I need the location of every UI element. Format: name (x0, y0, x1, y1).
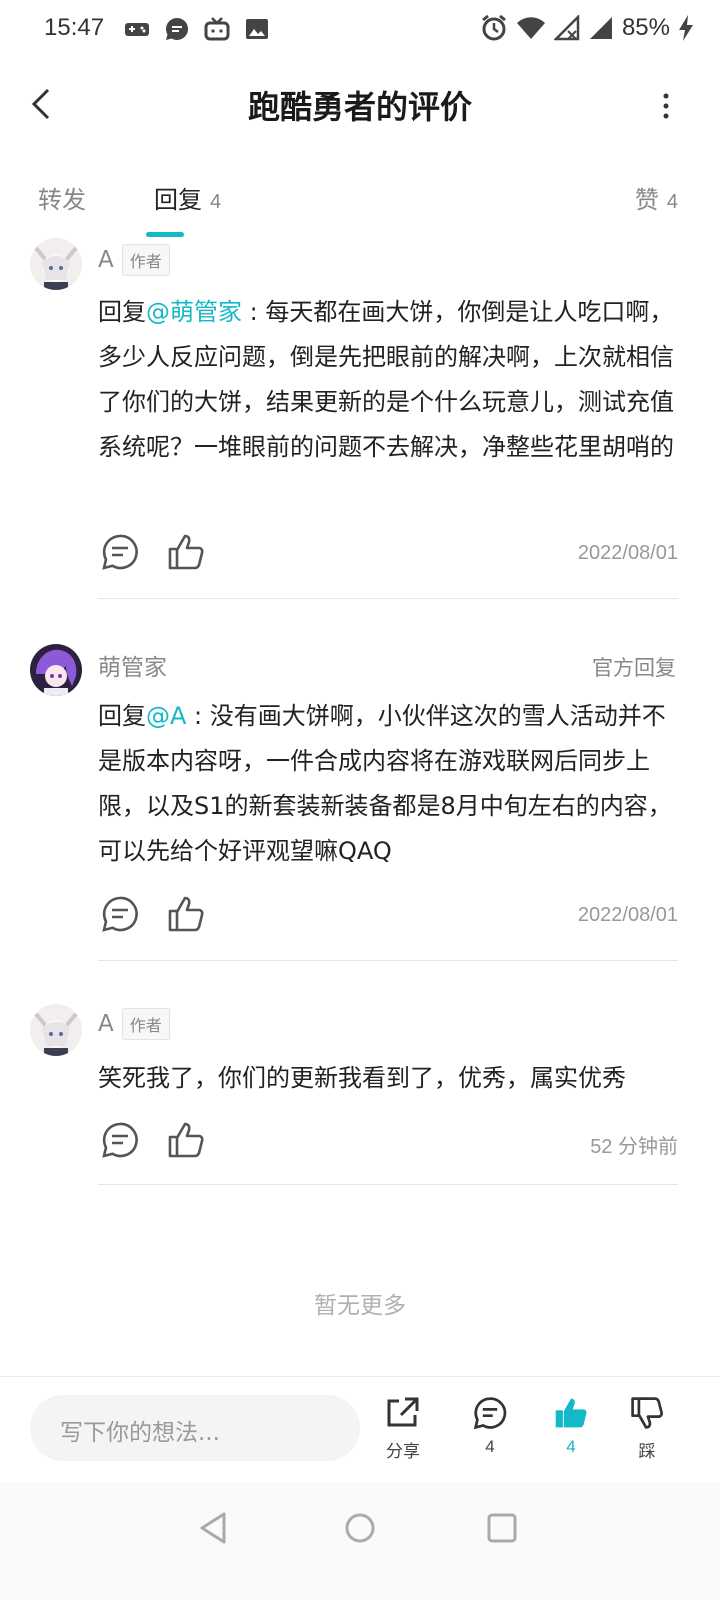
charging-icon (679, 15, 693, 41)
comment-actions: 52 分钟前 (98, 1120, 678, 1164)
like-button[interactable] (166, 1120, 206, 1160)
comment-content: 笑死我了，你们的更新我看到了，优秀，属实优秀 (98, 1064, 626, 1092)
triangle-back-icon (200, 1512, 226, 1544)
avatar-fox-girl-image (30, 238, 82, 290)
tab-like-label: 赞 (634, 186, 659, 214)
comment-icon (473, 1397, 507, 1430)
like-button[interactable] (166, 894, 206, 934)
reply-button[interactable] (100, 532, 140, 572)
bottom-reply-button[interactable]: 4 (460, 1395, 520, 1457)
tab-bar: 转发 回复 4 赞4 (0, 170, 720, 240)
divider (98, 960, 678, 961)
author-name[interactable]: 萌管家 (98, 648, 167, 682)
author-name[interactable]: A (98, 247, 114, 273)
nav-recents-button[interactable] (482, 1508, 522, 1548)
tab-like-count: 4 (666, 191, 678, 213)
dislike-label: 踩 (638, 1442, 656, 1461)
header: 跑酷勇者的评价 (0, 62, 720, 146)
comment-actions: 2022/08/01 (98, 894, 678, 938)
comment-time: 2022/08/01 (577, 904, 678, 926)
bottom-action-bar: 写下你的想法... 分享 4 4 踩 (0, 1376, 720, 1482)
status-bar: 15:47 85% (0, 0, 720, 62)
author-row: A 作者 (98, 1008, 170, 1040)
system-nav-bar (0, 1482, 720, 1600)
image-icon (246, 19, 268, 39)
no-more-text: 暂无更多 (314, 1293, 406, 1319)
page-title: 跑酷勇者的评价 (247, 88, 472, 126)
author-name[interactable]: A (98, 1011, 114, 1037)
alarm-icon (482, 14, 506, 41)
circle-home-icon (345, 1513, 375, 1543)
official-reply-tag: 官方回复 (592, 656, 676, 680)
comment-time: 52 分钟前 (590, 1136, 678, 1158)
reply-prefix: 回复 (98, 702, 146, 730)
tab-active-indicator (146, 232, 184, 237)
more-options-button[interactable] (660, 86, 672, 126)
comment-text: 回复@萌管家 : 每天都在画大饼，你倒是让人吃口啊，多少人反应问题，倒是先把眼前… (98, 290, 678, 470)
avatar[interactable] (30, 1004, 82, 1056)
comment-text: 笑死我了，你们的更新我看到了，优秀，属实优秀 (98, 1056, 678, 1101)
author-badge: 作者 (121, 1008, 170, 1040)
share-icon (387, 1397, 419, 1427)
mention-link[interactable]: @A (146, 702, 186, 730)
nav-home-button[interactable] (340, 1508, 380, 1548)
like-button[interactable] (166, 532, 206, 572)
thumbs-up-icon (168, 1122, 204, 1158)
comment-input[interactable]: 写下你的想法... (30, 1395, 360, 1461)
bottom-like-button[interactable]: 4 (541, 1395, 601, 1457)
thumbs-up-icon (168, 896, 204, 932)
battery-level: 85% (621, 14, 670, 41)
status-time: 15:47 (44, 14, 105, 41)
wifi-icon (516, 17, 545, 39)
thumbs-up-filled-icon (555, 1398, 587, 1428)
tv-icon (204, 17, 230, 41)
thumbs-down-icon (631, 1397, 663, 1429)
tab-reply[interactable]: 回复 4 (154, 180, 221, 215)
tab-repost[interactable]: 转发 (38, 180, 86, 215)
avatar-fox-girl-image (30, 1004, 82, 1056)
comment-icon (102, 1122, 138, 1158)
game-controller-icon (125, 23, 149, 36)
reply-button[interactable] (100, 894, 140, 934)
signal-icon (589, 17, 612, 39)
more-vertical-icon (663, 93, 669, 119)
like-count: 4 (566, 1437, 576, 1456)
thumbs-up-icon (168, 534, 204, 570)
tab-reply-count: 4 (210, 191, 222, 213)
author-row: A 作者 (98, 244, 170, 276)
comment-time: 2022/08/01 (577, 542, 678, 564)
share-label: 分享 (386, 1442, 420, 1461)
no-signal-icon (553, 15, 580, 41)
avatar[interactable] (30, 644, 82, 696)
comment-icon (102, 534, 138, 570)
chat-bubble-icon (166, 17, 189, 40)
comment-icon (102, 896, 138, 932)
divider (98, 1184, 678, 1185)
comment-input-placeholder: 写下你的想法... (60, 1420, 220, 1446)
reply-button[interactable] (100, 1120, 140, 1160)
comment-text: 回复@A : 没有画大饼啊，小伙伴这次的雪人活动并不是版本内容呀，一件合成内容将… (98, 694, 678, 874)
tab-reply-label: 回复 (154, 186, 202, 214)
nav-back-button[interactable] (194, 1508, 234, 1548)
divider (98, 598, 678, 599)
mention-link[interactable]: @萌管家 (146, 298, 242, 326)
dislike-button[interactable]: 踩 (617, 1395, 677, 1462)
avatar-purple-hair-image (30, 644, 82, 696)
tab-repost-label: 转发 (38, 186, 86, 214)
author-row: 萌管家 (98, 648, 167, 682)
system-icons: 85% (480, 14, 694, 42)
tab-like[interactable]: 赞4 (635, 180, 678, 215)
share-button[interactable]: 分享 (373, 1395, 433, 1462)
notification-icons (124, 16, 270, 42)
author-badge: 作者 (121, 244, 170, 276)
reply-count: 4 (485, 1437, 495, 1456)
comment-actions: 2022/08/01 (98, 532, 678, 576)
avatar[interactable] (30, 238, 82, 290)
reply-prefix: 回复 (98, 298, 146, 326)
square-recents-icon (487, 1513, 517, 1543)
